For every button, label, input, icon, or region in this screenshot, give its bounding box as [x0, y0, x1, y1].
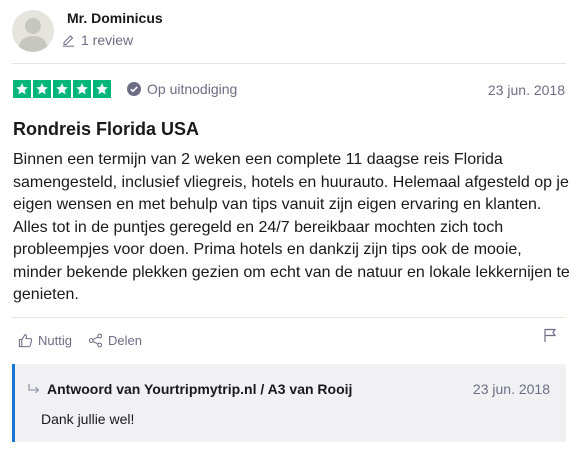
review-actions: Nuttig Delen	[18, 333, 142, 348]
reviewer-name[interactable]: Mr. Dominicus	[67, 10, 163, 26]
invited-badge[interactable]: Op uitnodiging	[127, 81, 237, 97]
share-button[interactable]: Delen	[88, 333, 142, 348]
report-flag-button[interactable]	[543, 328, 557, 348]
check-circle-icon	[127, 82, 141, 96]
review-body: Binnen een termijn van 2 weken een compl…	[13, 151, 570, 303]
star-icon	[93, 80, 111, 98]
divider	[12, 317, 566, 318]
pencil-icon	[63, 34, 74, 47]
star-rating	[13, 80, 111, 98]
useful-button[interactable]: Nuttig	[18, 333, 72, 348]
reply-arrow-icon	[28, 384, 40, 394]
flag-icon	[544, 328, 557, 342]
avatar[interactable]	[12, 10, 54, 52]
reply-date: 23 jun. 2018	[472, 381, 550, 397]
star-icon	[33, 80, 51, 98]
invited-label: Op uitnodiging	[147, 81, 238, 97]
person-silhouette-icon	[18, 18, 48, 52]
reply-heading: Antwoord van Yourtripmytrip.nl / A3 van …	[27, 381, 352, 397]
reply-heading-label: Antwoord van Yourtripmytrip.nl / A3 van …	[47, 381, 353, 397]
review-count-label: 1 review	[81, 32, 134, 48]
company-reply: Antwoord van Yourtripmytrip.nl / A3 van …	[12, 364, 566, 442]
useful-label: Nuttig	[38, 333, 72, 348]
star-icon	[53, 80, 71, 98]
thumbs-up-icon	[18, 334, 33, 348]
star-icon	[73, 80, 91, 98]
review-count: 1 review	[62, 32, 133, 48]
review-title[interactable]: Rondreis Florida USA	[13, 119, 199, 140]
star-icon	[13, 80, 31, 98]
share-icon	[88, 333, 103, 348]
share-label: Delen	[107, 333, 142, 348]
divider	[12, 63, 566, 64]
reply-text: Dank jullie wel!	[41, 411, 135, 427]
review-date: 23 jun. 2018	[487, 82, 565, 98]
